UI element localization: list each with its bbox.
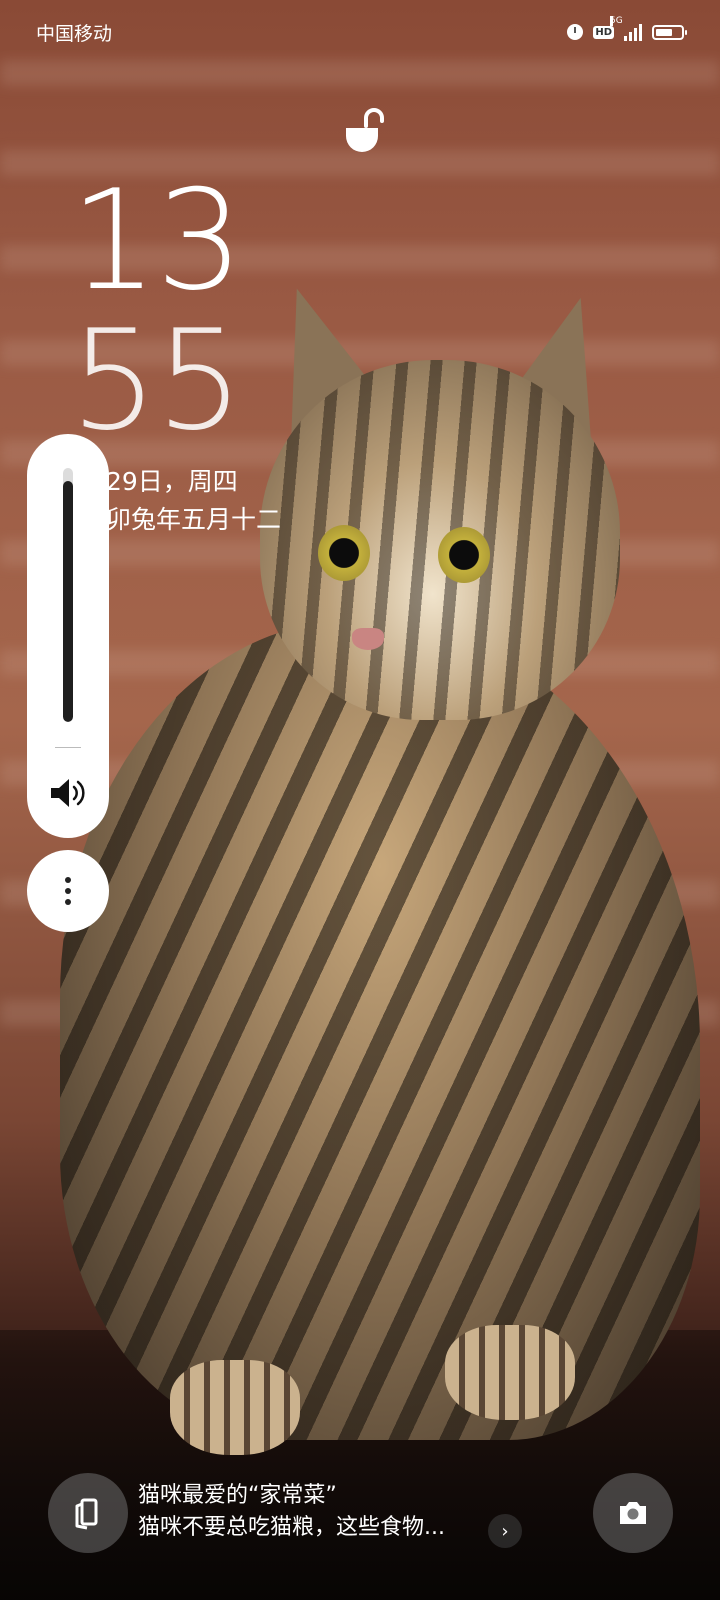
camera-icon [620, 1502, 646, 1524]
status-icons: HD 5G [567, 15, 687, 41]
carrier-name: 中国移动 [36, 22, 113, 45]
cat-paw [445, 1325, 575, 1420]
brick-row [0, 60, 720, 86]
cat-nose [352, 628, 384, 650]
magazine-icon [75, 1498, 98, 1530]
notification-title: 猫咪最爱的“家常菜” [138, 1483, 337, 1508]
signal-icon: 5G [610, 15, 642, 41]
battery-fill [656, 28, 672, 36]
volume-slider-fill [63, 480, 73, 722]
clock-minutes: 55 [70, 300, 244, 461]
cat-eye [438, 527, 490, 583]
more-vertical-icon[interactable] [27, 850, 109, 932]
lockscreen-magazine-caption[interactable]: 猫咪最爱的“家常菜” 猫咪不要总吃猫粮，这些食物... › [138, 1480, 558, 1548]
clock-hours: 13 [70, 160, 244, 321]
alarm-icon [567, 24, 584, 40]
chevron-right-icon[interactable]: › [488, 1514, 522, 1548]
battery-icon [652, 24, 687, 40]
cat-paw [170, 1360, 300, 1455]
status-bar: 中国移动 HD 5G [36, 15, 687, 46]
volume-panel [27, 434, 109, 838]
cat-body [60, 620, 700, 1440]
volume-slider[interactable] [63, 468, 73, 722]
date-text: 29日，周四 [106, 467, 238, 496]
camera-button[interactable] [593, 1473, 673, 1553]
network-type-label: 5G [610, 15, 623, 26]
hd-icon: HD [593, 25, 614, 39]
lunar-date-text: 卯兔年五月十二 [106, 505, 282, 534]
magazine-button[interactable] [48, 1473, 128, 1553]
cat-eye [318, 525, 370, 581]
unlock-icon[interactable] [344, 106, 384, 154]
speaker-icon[interactable] [49, 776, 89, 810]
volume-divider [55, 747, 81, 748]
cat-head [260, 360, 620, 720]
